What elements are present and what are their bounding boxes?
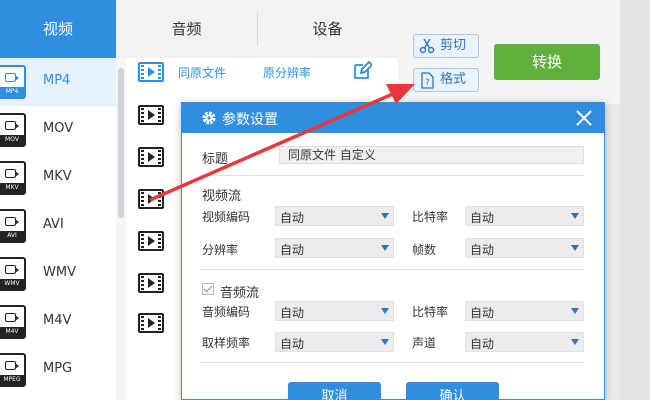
scissors-icon xyxy=(419,38,435,54)
resolution-select[interactable]: 自动 xyxy=(275,238,394,258)
audio-codec-select[interactable]: 自动 xyxy=(275,301,394,321)
dropdown-arrow-icon xyxy=(381,308,389,314)
video-stream-heading: 视频流 xyxy=(202,189,242,204)
format-item-mkv[interactable]: MKV MKV xyxy=(0,154,116,202)
preset-item[interactable]: 同原文件 原分辨率 xyxy=(128,58,398,86)
dropdown-arrow-icon xyxy=(381,339,389,345)
video-file-icon: AVI xyxy=(0,209,26,243)
preset-name: 同原文件 xyxy=(178,66,227,80)
resolution-label: 分辨率 xyxy=(202,243,239,257)
film-icon xyxy=(138,313,164,333)
format-list-scroll-thumb[interactable] xyxy=(118,68,124,218)
format-name: WMV xyxy=(43,265,76,280)
film-icon xyxy=(138,105,164,125)
format-name: MPG xyxy=(43,361,73,376)
title-label: 标题 xyxy=(202,152,229,167)
audio-bitrate-label: 比特率 xyxy=(412,305,449,319)
film-icon xyxy=(138,273,164,293)
fps-select[interactable]: 自动 xyxy=(465,238,584,258)
parameter-settings-dialog: 参数设置 标题 同原文件 自定义 视频流 视频编码 自动 比特率 自动 分辨率 … xyxy=(181,102,605,400)
film-icon xyxy=(138,147,164,167)
video-file-icon: M4V xyxy=(0,305,26,339)
format-item-avi[interactable]: AVI AVI xyxy=(0,202,116,250)
format-name: M4V xyxy=(43,313,72,328)
file-row-toolbar: 剪切 ? 格式 转换 xyxy=(398,0,620,104)
divider xyxy=(200,362,584,363)
dropdown-arrow-icon xyxy=(571,245,579,251)
video-file-icon: MOV xyxy=(0,113,26,147)
video-codec-label: 视频编码 xyxy=(202,210,251,224)
tab-video[interactable]: 视频 xyxy=(0,0,116,58)
dropdown-arrow-icon xyxy=(571,308,579,314)
category-tabs: 视频 音频 设备 xyxy=(0,0,398,58)
video-file-icon: MPEG xyxy=(0,353,26,387)
window-edge xyxy=(620,0,650,400)
sample-rate-select[interactable]: 自动 xyxy=(275,332,394,352)
svg-text:?: ? xyxy=(425,78,430,88)
dropdown-arrow-icon xyxy=(571,213,579,219)
film-icon xyxy=(138,62,164,82)
preset-resolution: 原分辨率 xyxy=(263,66,312,80)
audio-stream-checkbox[interactable] xyxy=(202,283,214,295)
gear-icon xyxy=(202,111,216,125)
close-icon[interactable] xyxy=(575,109,593,127)
edit-icon[interactable] xyxy=(352,61,372,81)
tab-audio[interactable]: 音频 xyxy=(116,0,257,58)
ok-button[interactable]: 确认 xyxy=(406,382,499,400)
video-bitrate-select[interactable]: 自动 xyxy=(465,206,584,226)
cut-button[interactable]: 剪切 xyxy=(413,34,479,58)
format-item-mp4[interactable]: MP4 MP4 xyxy=(0,58,116,106)
channel-select[interactable]: 自动 xyxy=(465,332,584,352)
video-file-icon: MKV xyxy=(0,161,26,195)
cut-button-label: 剪切 xyxy=(440,38,467,53)
dialog-titlebar: 参数设置 xyxy=(182,103,604,133)
video-bitrate-label: 比特率 xyxy=(412,210,449,224)
divider xyxy=(200,269,584,270)
audio-codec-label: 音频编码 xyxy=(202,305,251,319)
video-codec-select[interactable]: 自动 xyxy=(275,206,394,226)
format-item-mov[interactable]: MOV MOV xyxy=(0,106,116,154)
title-input[interactable]: 同原文件 自定义 xyxy=(279,146,584,164)
fps-label: 帧数 xyxy=(412,243,437,257)
format-name: MOV xyxy=(43,121,74,136)
convert-button[interactable]: 转换 xyxy=(494,44,600,80)
format-button-label: 格式 xyxy=(440,72,467,87)
format-name: MKV xyxy=(43,169,72,184)
audio-bitrate-select[interactable]: 自动 xyxy=(465,301,584,321)
dropdown-arrow-icon xyxy=(381,245,389,251)
dropdown-arrow-icon xyxy=(381,213,389,219)
audio-stream-heading: 音频流 xyxy=(220,286,260,301)
format-item-wmv[interactable]: WMV WMV xyxy=(0,250,116,298)
format-list: MP4 MP4 MOV MOV MKV MKV AVI AVI WMV WMV … xyxy=(0,58,116,400)
channel-label: 声道 xyxy=(412,336,437,350)
dialog-title: 参数设置 xyxy=(222,112,278,128)
format-item-mpg[interactable]: MPEG MPG xyxy=(0,346,116,394)
format-item-m4v[interactable]: M4V M4V xyxy=(0,298,116,346)
divider xyxy=(200,175,584,176)
film-icon xyxy=(138,189,164,209)
dropdown-arrow-icon xyxy=(571,339,579,345)
format-name: AVI xyxy=(43,217,64,232)
film-icon xyxy=(138,231,164,251)
file-question-icon: ? xyxy=(421,72,434,89)
format-button[interactable]: ? 格式 xyxy=(413,68,479,92)
format-name: MP4 xyxy=(43,73,71,88)
video-file-icon: WMV xyxy=(0,257,26,291)
cancel-button[interactable]: 取消 xyxy=(288,382,381,400)
video-file-icon: MP4 xyxy=(0,65,26,99)
sample-rate-label: 取样频率 xyxy=(202,336,251,350)
tab-device[interactable]: 设备 xyxy=(257,0,398,58)
